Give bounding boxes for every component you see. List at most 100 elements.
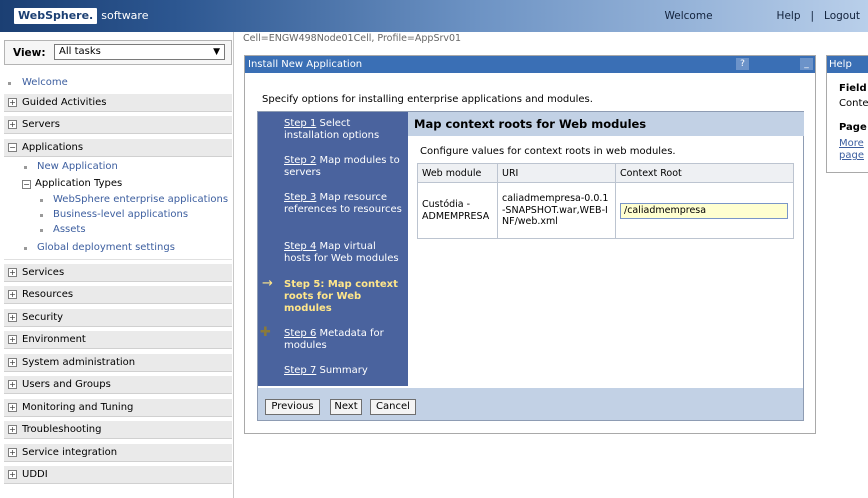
collapse-icon[interactable]: − bbox=[22, 180, 31, 189]
collapse-icon[interactable]: − bbox=[8, 143, 17, 152]
nav-item-label: Resources bbox=[22, 289, 74, 300]
nav-item-resources[interactable]: + Resources bbox=[4, 286, 232, 304]
wizard-step-7[interactable]: Step 7 Summary bbox=[284, 365, 404, 377]
view-bar: View: All tasks ▼ bbox=[4, 40, 232, 65]
column-header-web-module: Web module bbox=[417, 163, 498, 183]
step-number-link[interactable]: Step 3 bbox=[284, 192, 316, 203]
new-application-link[interactable]: New Application bbox=[37, 161, 118, 172]
nav-item-label: Guided Activities bbox=[22, 97, 107, 108]
cancel-button[interactable]: Cancel bbox=[370, 399, 416, 415]
help-page-heading: Page bbox=[839, 122, 867, 133]
nav-item-monitoring-and-tuning[interactable]: + Monitoring and Tuning bbox=[4, 399, 232, 417]
table-row: Custódia - ADMEMPRESA caliadmempresa-0.0… bbox=[417, 182, 794, 239]
step-number-link[interactable]: Step 1 bbox=[284, 118, 316, 129]
global-deployment-settings-link[interactable]: Global deployment settings bbox=[37, 242, 175, 253]
expand-icon[interactable]: + bbox=[8, 403, 17, 412]
nav-item-label: Applications bbox=[22, 142, 84, 153]
dropdown-arrow-icon: ▼ bbox=[213, 47, 220, 57]
wizard-step-6[interactable]: Step 6 Metadata for modules bbox=[284, 328, 404, 352]
bullet-icon bbox=[40, 214, 43, 217]
nav-item-guided-activities[interactable]: + Guided Activities bbox=[4, 94, 232, 112]
business-level-apps-link[interactable]: Business-level applications bbox=[53, 209, 188, 220]
nav-item-services[interactable]: + Services bbox=[4, 264, 232, 282]
wizard-step-5-current: Step 5: Map context roots for Web module… bbox=[284, 279, 404, 315]
install-wizard: Step 1 Select installation options Step … bbox=[257, 111, 804, 421]
expand-icon[interactable]: + bbox=[8, 98, 17, 107]
application-types-label[interactable]: Application Types bbox=[35, 178, 122, 189]
step-number-link[interactable]: Step 4 bbox=[284, 241, 316, 252]
assets-link[interactable]: Assets bbox=[53, 224, 86, 235]
next-button[interactable]: Next bbox=[330, 399, 362, 415]
context-root-table: Web module URI Context Root Custódia - A… bbox=[417, 163, 794, 239]
nav-item-troubleshooting[interactable]: + Troubleshooting bbox=[4, 421, 232, 439]
bullet-icon bbox=[40, 199, 43, 202]
welcome-text: Welcome bbox=[664, 10, 713, 22]
wizard-step-2[interactable]: Step 2 Map modules to servers bbox=[284, 155, 404, 179]
nav-item-label: Security bbox=[22, 312, 64, 323]
intro-text: Specify options for installing enterpris… bbox=[262, 94, 593, 105]
nav-item-users-and-groups[interactable]: + Users and Groups bbox=[4, 376, 232, 394]
wizard-steps-sidebar: Step 1 Select installation options Step … bbox=[258, 112, 408, 386]
logout-link[interactable]: Logout bbox=[824, 10, 860, 22]
nav-item-label: Service integration bbox=[22, 447, 118, 458]
wizard-step-4[interactable]: Step 4 Map virtual hosts for Web modules bbox=[284, 241, 404, 265]
column-header-context-root: Context Root bbox=[615, 163, 794, 183]
view-select-value: All tasks bbox=[59, 46, 101, 57]
websphere-enterprise-apps-link[interactable]: WebSphere enterprise applications bbox=[53, 194, 228, 205]
logo-brand: WebSphere. bbox=[14, 7, 98, 24]
help-more-link[interactable]: More bbox=[839, 138, 864, 149]
current-step-arrow-icon: → bbox=[262, 276, 273, 291]
expand-icon[interactable]: + bbox=[8, 425, 17, 434]
nav-item-service-integration[interactable]: + Service integration bbox=[4, 444, 232, 462]
bullet-icon bbox=[8, 82, 11, 85]
step-number-link[interactable]: Step 2 bbox=[284, 155, 316, 166]
nav-item-label: Monitoring and Tuning bbox=[22, 402, 134, 413]
websphere-logo: WebSphere. software bbox=[14, 7, 148, 24]
help-panel: Help Field Conte Page More page bbox=[826, 55, 868, 173]
nav-item-servers[interactable]: + Servers bbox=[4, 116, 232, 134]
nav-item-uddi[interactable]: + UDDI bbox=[4, 466, 232, 484]
expand-icon[interactable]: + bbox=[8, 358, 17, 367]
nav-welcome-link[interactable]: Welcome bbox=[22, 77, 68, 88]
panel-title-bar: Install New Application ? _ bbox=[245, 56, 815, 73]
expand-icon[interactable]: + bbox=[8, 313, 17, 322]
nav-item-system-administration[interactable]: + System administration bbox=[4, 354, 232, 372]
wizard-step-1[interactable]: Step 1 Select installation options bbox=[284, 118, 404, 142]
wizard-button-bar: Previous Next Cancel bbox=[258, 388, 803, 420]
nav-item-security[interactable]: + Security bbox=[4, 309, 232, 327]
expand-icon[interactable]: + bbox=[8, 448, 17, 457]
web-module-cell: Custódia - ADMEMPRESA bbox=[417, 182, 498, 239]
context-root-input[interactable] bbox=[620, 202, 788, 219]
expand-icon[interactable]: + bbox=[8, 335, 17, 344]
previous-button[interactable]: Previous bbox=[265, 399, 320, 415]
view-select[interactable]: All tasks ▼ bbox=[54, 44, 225, 60]
navigation-tree: View: All tasks ▼ Welcome + Guided Activ… bbox=[0, 32, 234, 498]
uri-cell: caliadmempresa-0.0.1-SNAPSHOT.war,WEB-IN… bbox=[497, 182, 616, 239]
nav-item-applications[interactable]: − Applications bbox=[4, 139, 232, 157]
step-number-link[interactable]: Step 6 bbox=[284, 328, 316, 339]
bullet-icon bbox=[24, 247, 27, 250]
panel-help-icon[interactable]: ? bbox=[736, 58, 749, 70]
install-application-panel: Install New Application ? _ Specify opti… bbox=[244, 55, 816, 434]
step-heading: Map context roots for Web modules bbox=[408, 112, 804, 136]
step-number-link[interactable]: Step 7 bbox=[284, 365, 316, 376]
expand-icon[interactable]: + bbox=[8, 268, 17, 277]
wizard-step-3[interactable]: Step 3 Map resource references to resour… bbox=[284, 192, 404, 216]
expand-icon[interactable]: + bbox=[8, 380, 17, 389]
view-label: View: bbox=[13, 47, 46, 59]
step-description: Configure values for context roots in we… bbox=[420, 146, 676, 157]
expand-icon[interactable]: + bbox=[8, 120, 17, 129]
nav-item-environment[interactable]: + Environment bbox=[4, 331, 232, 349]
nav-item-label: UDDI bbox=[22, 469, 48, 480]
applications-subtree: New Application − Application Types WebS… bbox=[4, 157, 232, 260]
help-field-heading: Field bbox=[839, 83, 867, 94]
expand-icon[interactable]: + bbox=[8, 290, 17, 299]
bullet-icon bbox=[24, 166, 27, 169]
expand-icon[interactable]: + bbox=[8, 470, 17, 479]
panel-minimize-icon[interactable]: _ bbox=[800, 58, 813, 70]
banner-separator: | bbox=[810, 10, 815, 22]
context-root-cell bbox=[615, 182, 794, 239]
help-page-link[interactable]: page bbox=[839, 150, 864, 161]
help-link[interactable]: Help bbox=[777, 10, 801, 22]
help-panel-title: Help bbox=[827, 56, 868, 73]
